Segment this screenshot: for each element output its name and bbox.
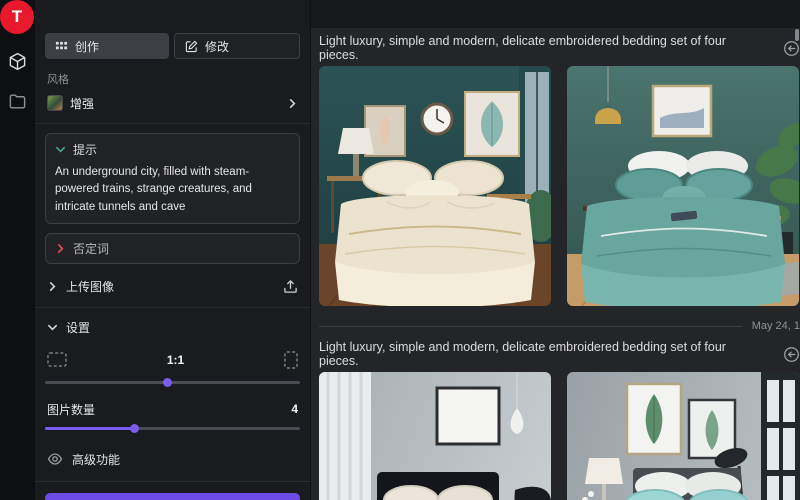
generated-image-1[interactable] bbox=[319, 66, 551, 306]
image-count-slider[interactable] bbox=[45, 427, 300, 430]
tab-edit-label: 修改 bbox=[205, 38, 229, 55]
chevron-down-icon[interactable] bbox=[55, 144, 66, 155]
advanced-features-label: 高级功能 bbox=[72, 451, 120, 468]
style-selector[interactable]: 增强 bbox=[45, 92, 300, 114]
divider bbox=[35, 307, 310, 308]
slider-thumb[interactable] bbox=[130, 424, 139, 433]
chevron-right-icon bbox=[47, 281, 58, 292]
generation-group: Light luxury, simple and modern, delicat… bbox=[319, 344, 800, 500]
scrollbar[interactable] bbox=[795, 29, 799, 41]
settings-label: 设置 bbox=[66, 319, 90, 336]
negative-prompt-card[interactable]: 否定词 bbox=[45, 233, 300, 264]
slider-thumb[interactable] bbox=[163, 378, 172, 387]
generation-prompt-text: Light luxury, simple and modern, delicat… bbox=[319, 340, 769, 368]
generation-date: May 24, 1 bbox=[752, 320, 800, 332]
chevron-right-icon bbox=[287, 98, 298, 109]
reuse-prompt-icon[interactable] bbox=[783, 40, 800, 57]
edit-icon bbox=[185, 40, 198, 53]
prompt-input[interactable]: An underground city, filled with steam-p… bbox=[55, 164, 290, 216]
upload-image-label: 上传图像 bbox=[66, 278, 114, 295]
generation-group: Light luxury, simple and modern, delicat… bbox=[319, 38, 800, 334]
generation-panel: 创作 修改 风格 增强 提示 An underground city, fill… bbox=[35, 0, 310, 500]
chevron-down-icon bbox=[47, 322, 58, 333]
folder-icon[interactable] bbox=[8, 92, 27, 111]
generation-prompt-text: Light luxury, simple and modern, delicat… bbox=[319, 34, 769, 62]
tab-create[interactable]: 创作 bbox=[45, 33, 169, 59]
style-thumbnail bbox=[47, 95, 63, 111]
aspect-ratio-value: 1:1 bbox=[67, 353, 284, 367]
divider bbox=[35, 481, 310, 482]
image-count-row: 图片数量 4 bbox=[45, 401, 300, 418]
prompt-card[interactable]: 提示 An underground city, filled with stea… bbox=[45, 133, 300, 224]
negative-prompt-label: 否定词 bbox=[73, 240, 109, 257]
reuse-prompt-icon[interactable] bbox=[783, 346, 800, 363]
style-section-label: 风格 bbox=[47, 71, 298, 87]
gallery-top-bar bbox=[311, 0, 800, 28]
prompt-section-label: 提示 bbox=[73, 141, 97, 158]
confirm-button[interactable]: 确定 bbox=[45, 493, 300, 500]
upload-icon[interactable] bbox=[283, 279, 298, 294]
app-rail: T bbox=[0, 0, 35, 500]
generated-image-3[interactable] bbox=[319, 372, 551, 500]
models-cube-icon[interactable] bbox=[8, 52, 27, 71]
image-count-label: 图片数量 bbox=[47, 401, 95, 418]
aspect-ratio-row: 1:1 bbox=[45, 351, 300, 369]
advanced-features-row[interactable]: 高级功能 bbox=[45, 451, 300, 468]
separator-line bbox=[319, 326, 742, 327]
date-separator: May 24, 1 bbox=[319, 318, 800, 334]
settings-header[interactable]: 设置 bbox=[45, 316, 300, 339]
generated-image-4[interactable] bbox=[567, 372, 799, 500]
tab-edit[interactable]: 修改 bbox=[174, 33, 300, 59]
divider bbox=[35, 123, 310, 124]
app-logo-letter: T bbox=[12, 7, 22, 27]
generated-image-2[interactable] bbox=[567, 66, 799, 306]
portrait-frame-icon[interactable] bbox=[284, 351, 298, 369]
image-count-value: 4 bbox=[291, 402, 298, 416]
mode-tabs: 创作 修改 bbox=[45, 33, 300, 59]
landscape-frame-icon[interactable] bbox=[47, 352, 67, 367]
style-value: 增强 bbox=[70, 95, 94, 112]
app-logo[interactable]: T bbox=[0, 0, 34, 34]
confirm-button-label: 确定 bbox=[170, 496, 195, 500]
eye-icon bbox=[47, 451, 63, 467]
upload-image-row[interactable]: 上传图像 bbox=[45, 275, 300, 298]
chevron-right-icon[interactable] bbox=[55, 243, 66, 254]
tab-create-label: 创作 bbox=[75, 38, 99, 55]
gallery-area: Light luxury, simple and modern, delicat… bbox=[310, 0, 800, 500]
slider-fill bbox=[45, 427, 134, 430]
grid-icon bbox=[55, 40, 68, 53]
aspect-ratio-slider[interactable] bbox=[45, 381, 300, 384]
